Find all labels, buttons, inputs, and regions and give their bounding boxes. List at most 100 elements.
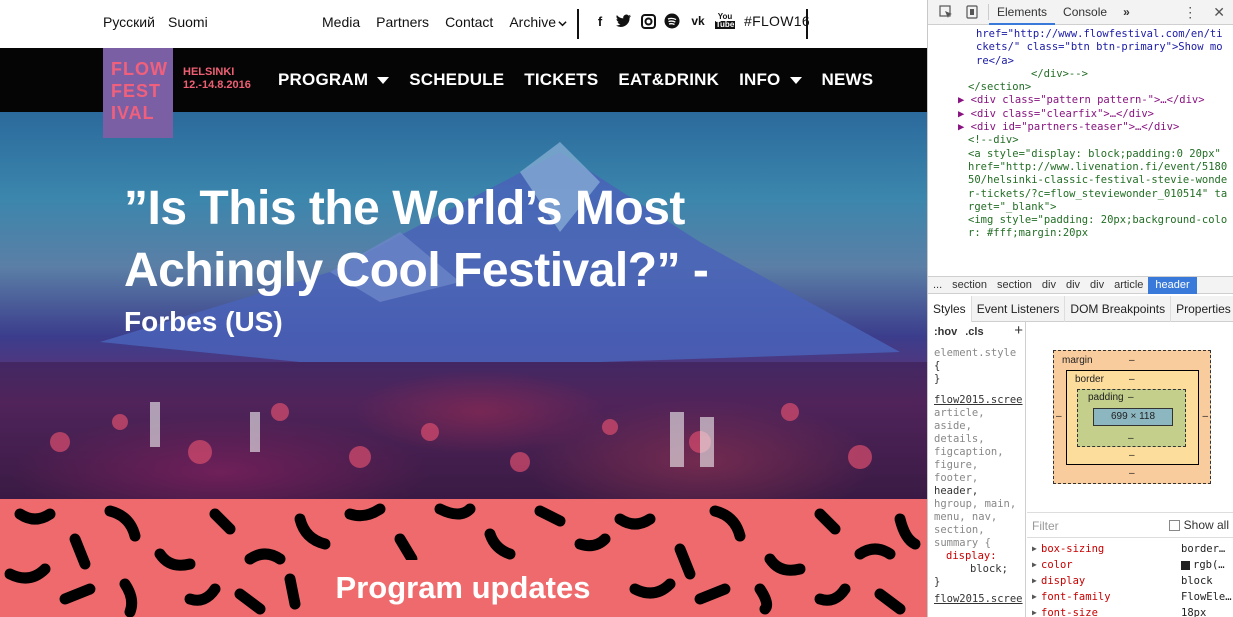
breadcrumb-item[interactable]: section [992, 279, 1037, 291]
dom-line[interactable]: <img style="padding: 20px;background-col… [936, 214, 1228, 241]
box-model-diagram: margin – – – – border – – padding – – 69… [1053, 350, 1211, 484]
computed-row[interactable]: ▶ font-size 18px [1027, 605, 1233, 617]
element-style-selector: element.style [934, 347, 1017, 359]
computed-property-name: font-size [1041, 607, 1098, 617]
padding-top-value[interactable]: – [1128, 392, 1134, 403]
breadcrumb-item[interactable]: section [947, 279, 992, 291]
dom-line[interactable]: </div>--> [936, 68, 1228, 81]
stylesheet-link[interactable]: flow2015.scree [934, 394, 1025, 407]
class-toggle[interactable]: .cls [965, 326, 983, 339]
close-icon[interactable]: ✕ [1213, 4, 1225, 21]
selector-line: hgroup, main, [934, 498, 1017, 510]
language-russian-link[interactable]: Русский [103, 14, 155, 30]
tab-properties[interactable]: Properties [1171, 296, 1233, 322]
selector-line: aside, [934, 420, 972, 432]
inspect-element-icon[interactable] [938, 4, 954, 20]
contact-link[interactable]: Contact [445, 14, 493, 30]
nav-news[interactable]: NEWS [822, 70, 874, 90]
tab-event-listeners[interactable]: Event Listeners [972, 295, 1066, 322]
computed-filter-input[interactable]: Filter Show all [1027, 512, 1233, 538]
computed-row[interactable]: ▶ display block [1027, 573, 1233, 589]
border-bottom-value[interactable]: – [1129, 450, 1135, 461]
twitter-icon[interactable] [616, 12, 632, 30]
expand-arrow-icon[interactable]: ▶ [958, 121, 971, 133]
logo-line: IVAL [111, 103, 155, 123]
nav-program[interactable]: PROGRAM [278, 70, 390, 90]
dropdown-triangle-icon [377, 76, 390, 84]
hero-quote: ”Is This the World’s Most Achingly Cool … [124, 182, 709, 297]
margin-top-value[interactable]: – [1129, 355, 1135, 366]
media-link[interactable]: Media [322, 14, 360, 30]
expand-arrow-icon[interactable]: ▶ [1027, 573, 1041, 589]
css-property: display: [946, 550, 997, 562]
tab-elements[interactable]: Elements [989, 0, 1056, 25]
selector-line: figcaption, [934, 446, 1004, 458]
expand-arrow-icon[interactable]: ▶ [958, 108, 971, 120]
more-tabs-icon[interactable]: » [1115, 0, 1138, 25]
add-rule-icon[interactable]: + [1014, 323, 1023, 338]
breadcrumb-item[interactable]: article [1109, 279, 1148, 291]
margin-bottom-value[interactable]: – [1129, 468, 1135, 479]
box-model-content-size[interactable]: 699 × 118 [1093, 408, 1173, 426]
nav-schedule[interactable]: SCHEDULE [409, 70, 504, 90]
browser-page: Русский Suomi Media Partners Contact Arc… [0, 0, 1233, 617]
youtube-icon[interactable]: You Tube [714, 12, 736, 30]
box-model-padding: padding – – 699 × 118 [1077, 389, 1186, 447]
instagram-icon[interactable] [640, 12, 656, 30]
dom-line[interactable]: ▶ <div class="clearfix">…</div> [936, 108, 1228, 121]
show-all-checkbox[interactable] [1168, 519, 1180, 531]
tab-styles[interactable]: Styles [928, 295, 972, 322]
show-all-label: Show all [1183, 518, 1229, 532]
expand-arrow-icon[interactable]: ▶ [1027, 589, 1041, 605]
border-top-value[interactable]: – [1129, 374, 1135, 385]
program-updates-heading: Program updates [318, 560, 608, 617]
nav-info[interactable]: INFO [739, 70, 802, 90]
facebook-icon[interactable]: f [592, 12, 608, 30]
flow-festival-logo[interactable]: FLOW FEST IVAL [103, 48, 173, 138]
computed-property-value: rgb(… [1193, 559, 1225, 571]
css-value[interactable]: block; [934, 563, 1025, 576]
margin-right-value[interactable]: – [1202, 411, 1208, 422]
partners-link[interactable]: Partners [376, 14, 429, 30]
nav-eat-drink[interactable]: EAT&DRINK [618, 70, 719, 90]
stylesheet-link[interactable]: flow2015.scree [934, 593, 1025, 606]
margin-left-value[interactable]: – [1056, 411, 1062, 422]
breadcrumb-item[interactable]: div [1061, 279, 1085, 291]
sidebar-panel-tabs: Styles Event Listeners DOM Breakpoints P… [928, 295, 1233, 322]
breadcrumb-item[interactable]: ... [928, 279, 947, 291]
expand-arrow-icon[interactable]: ▶ [958, 94, 971, 106]
dom-line[interactable]: <a style="display: block;padding:0 20px"… [936, 148, 1228, 214]
dom-line[interactable]: ▶ <div id="partners-teaser">…</div> [936, 121, 1228, 134]
main-nav: PROGRAM SCHEDULE TICKETS EAT&DRINK INFO … [278, 70, 873, 90]
breadcrumb-item[interactable]: div [1085, 279, 1109, 291]
dom-line[interactable]: </section> [936, 81, 1228, 94]
expand-arrow-icon[interactable]: ▶ [1027, 557, 1041, 573]
tab-console[interactable]: Console [1055, 0, 1115, 25]
show-all-toggle[interactable]: Show all [1168, 518, 1229, 532]
padding-bottom-value[interactable]: – [1128, 433, 1134, 444]
breadcrumb-item[interactable]: div [1037, 279, 1061, 291]
dom-line[interactable]: <!--div> [936, 134, 1228, 147]
padding-label: padding [1088, 392, 1124, 403]
expand-arrow-icon[interactable]: ▶ [1027, 605, 1041, 617]
festival-location: HELSINKI 12.-14.8.2016 [183, 66, 251, 92]
breadcrumb-item-selected[interactable]: header [1148, 276, 1197, 294]
dom-line[interactable]: ▶ <div class="pattern pattern-">…</div> [936, 94, 1228, 107]
archive-dropdown[interactable]: Archive [509, 14, 567, 30]
computed-row[interactable]: ▶ color rgb(… [1027, 557, 1233, 573]
device-toolbar-icon[interactable] [964, 4, 980, 20]
nav-tickets[interactable]: TICKETS [524, 70, 598, 90]
computed-row[interactable]: ▶ font-family FlowEle… [1027, 589, 1233, 605]
language-finnish-link[interactable]: Suomi [168, 14, 208, 30]
css-declaration[interactable]: display: [934, 550, 1025, 563]
computed-property-value: FlowEle… [1181, 591, 1232, 603]
dom-line[interactable]: href="http://www.flowfestival.com/en/tic… [936, 28, 1228, 68]
expand-arrow-icon[interactable]: ▶ [1027, 541, 1041, 557]
color-swatch[interactable] [1181, 560, 1190, 570]
spotify-icon[interactable] [664, 12, 680, 30]
more-options-icon[interactable]: ⋮ [1183, 4, 1197, 21]
tab-dom-breakpoints[interactable]: DOM Breakpoints [1065, 295, 1172, 322]
vk-icon[interactable]: vk [688, 12, 708, 30]
computed-row[interactable]: ▶ box-sizing border… [1027, 541, 1233, 557]
hover-state-toggle[interactable]: :hov [934, 326, 957, 339]
